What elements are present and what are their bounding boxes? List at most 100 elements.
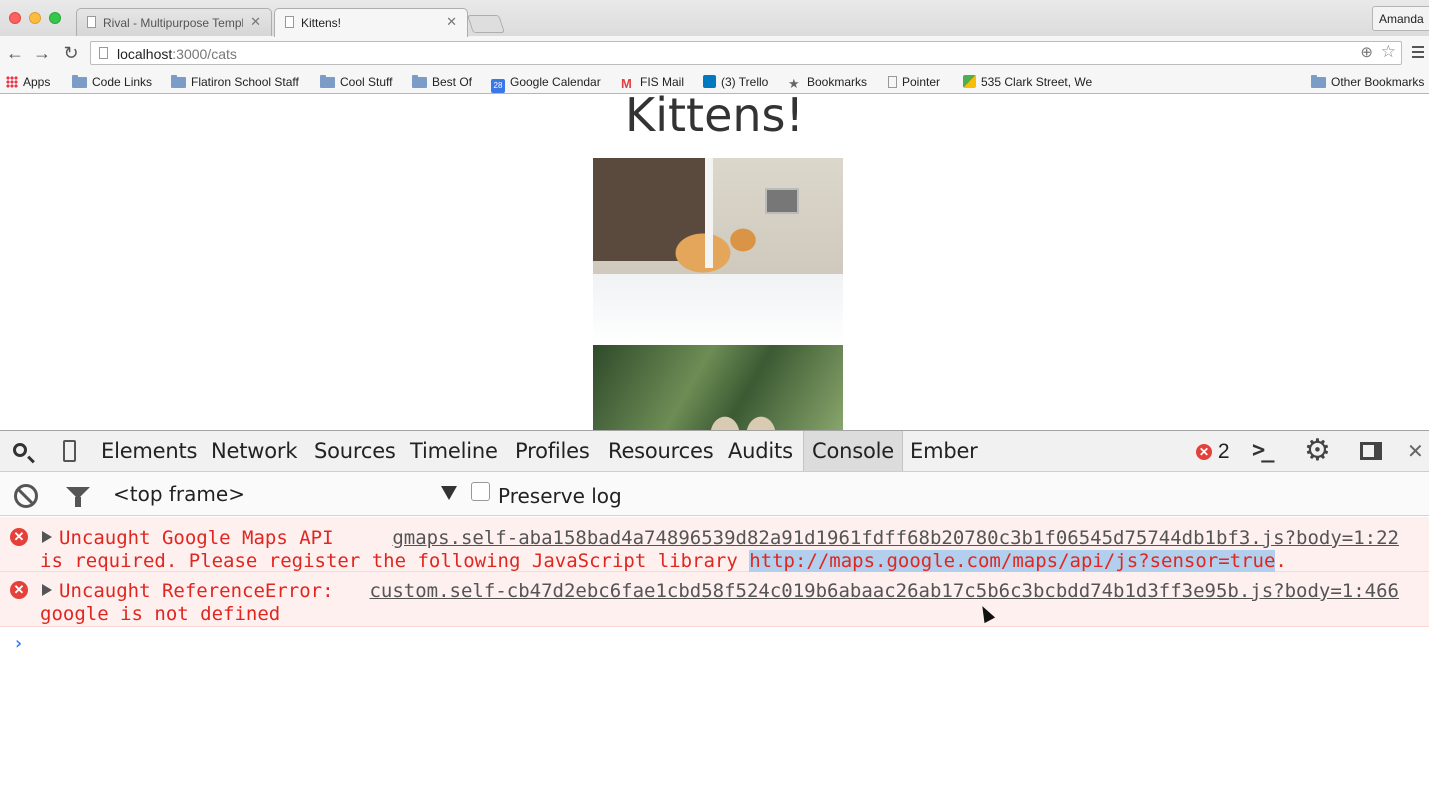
web-page: Kittens!	[0, 94, 1429, 430]
bookmark-label: Bookmarks	[807, 75, 868, 89]
page-title: Kittens!	[625, 94, 804, 142]
browser-tab-rival[interactable]: Rival - Multipurpose Templ ✕	[76, 8, 272, 36]
console-drawer-icon[interactable]: >_	[1252, 438, 1274, 463]
error-count-badge[interactable]: ✕ 2	[1196, 441, 1230, 463]
dock-side-icon[interactable]	[1360, 442, 1382, 460]
bookmark-label: Cool Stuff	[340, 75, 393, 89]
error-text-line1: Uncaught ReferenceError:	[59, 580, 334, 602]
folder-icon	[1311, 75, 1326, 88]
window-minimize-button[interactable]	[29, 12, 41, 24]
library-url-link[interactable]: http://maps.google.com/maps/api/js?senso…	[749, 550, 1276, 572]
bookmark-other-bookmarks[interactable]: Other Bookmarks	[1311, 74, 1424, 90]
reload-icon[interactable]: ↻	[60, 42, 82, 64]
console-error-message[interactable]: ✕ Uncaught Google Maps API gmaps.self-ab…	[0, 517, 1429, 572]
browser-toolbar: ← → ↻ localhost:3000/cats ⊕ ☆	[0, 36, 1429, 70]
bookmark-trello[interactable]: (3) Trello	[703, 74, 768, 90]
bookmark-clark-street[interactable]: 535 Clark Street, We	[963, 74, 1097, 90]
apps-grid-icon	[6, 76, 18, 88]
bookmark-cool-stuff[interactable]: Cool Stuff	[320, 74, 392, 90]
expand-triangle-icon[interactable]	[42, 584, 52, 596]
bookmark-fis-mail[interactable]: M FIS Mail	[621, 74, 685, 91]
bookmark-apps[interactable]: Apps	[6, 74, 50, 90]
bookmark-bookmarks[interactable]: ★ Bookmarks	[788, 74, 868, 91]
window-maximize-button[interactable]	[49, 12, 61, 24]
devtools-tab-elements[interactable]: Elements	[93, 431, 205, 471]
error-text-line2: is required. Please register the followi…	[40, 550, 1287, 572]
profile-button[interactable]: Amanda	[1372, 6, 1429, 31]
console-prompt[interactable]: ›	[0, 627, 1429, 663]
url-text[interactable]: localhost:3000/cats	[117, 46, 237, 62]
cat-photo-cat-ears-garden	[593, 345, 843, 430]
devtools-tab-ember[interactable]: Ember	[902, 431, 986, 471]
forward-arrow-icon[interactable]: →	[31, 42, 53, 64]
browser-tab-kittens[interactable]: Kittens! ✕	[274, 8, 468, 37]
back-arrow-icon[interactable]: ←	[4, 42, 26, 64]
trello-icon	[703, 75, 716, 88]
error-source-link[interactable]: gmaps.self-aba158bad4a74896539d82a91d196…	[392, 527, 1399, 549]
search-icon[interactable]	[13, 443, 27, 457]
bookmark-star-icon[interactable]: ☆	[1381, 42, 1396, 62]
devtools-tab-profiles[interactable]: Profiles	[507, 431, 598, 471]
error-icon: ✕	[10, 528, 28, 546]
preserve-log-toggle[interactable]: Preserve log	[471, 482, 622, 508]
bookmark-code-links[interactable]: Code Links	[72, 74, 152, 90]
tab-title: Kittens!	[301, 16, 342, 30]
filter-icon[interactable]	[66, 487, 90, 507]
expand-triangle-icon[interactable]	[42, 531, 52, 543]
new-tab-button[interactable]	[467, 15, 505, 33]
bookmark-label: (3) Trello	[721, 75, 769, 89]
preserve-log-checkbox[interactable]	[471, 482, 490, 501]
devtools-tab-timeline[interactable]: Timeline	[402, 431, 506, 471]
frame-selector[interactable]: <top frame>	[113, 482, 457, 508]
devtools-tab-audits[interactable]: Audits	[720, 431, 801, 471]
folder-icon	[320, 75, 335, 88]
close-tab-icon[interactable]: ✕	[446, 14, 457, 30]
bookmark-label: FIS Mail	[640, 75, 685, 89]
devtools-tab-console[interactable]: Console	[803, 431, 903, 471]
bookmark-label: Code Links	[92, 75, 153, 89]
window-close-button[interactable]	[9, 12, 21, 24]
bookmark-label: Flatiron School Staff	[191, 75, 299, 89]
devtools-tab-bar: Elements Network Sources Timeline Profil…	[0, 431, 1429, 472]
page-icon	[888, 76, 897, 88]
bookmark-label: Best Of	[432, 75, 473, 89]
chrome-menu-icon[interactable]	[1412, 43, 1426, 63]
device-mode-icon[interactable]	[63, 440, 76, 462]
bookmark-label: 535 Clark Street, We	[981, 75, 1093, 89]
page-icon	[99, 47, 108, 59]
close-icon[interactable]: ✕	[1407, 439, 1424, 464]
devtools-tab-sources[interactable]: Sources	[306, 431, 404, 471]
prompt-chevron-icon: ›	[13, 633, 24, 654]
zoom-icon[interactable]: ⊕	[1360, 43, 1373, 61]
frame-selector-value: <top frame>	[113, 482, 245, 506]
page-icon	[87, 16, 96, 28]
devtools-panel: Elements Network Sources Timeline Profil…	[0, 430, 1429, 791]
bookmark-label: Pointer	[902, 75, 941, 89]
folder-icon	[412, 75, 427, 88]
close-tab-icon[interactable]: ✕	[250, 14, 261, 30]
console-output: ✕ Uncaught Google Maps API gmaps.self-ab…	[0, 517, 1429, 663]
devtools-tab-network[interactable]: Network	[203, 431, 305, 471]
devtools-tab-resources[interactable]: Resources	[600, 431, 721, 471]
gear-icon[interactable]: ⚙	[1304, 434, 1331, 468]
bookmarks-bar: Apps Code Links Flatiron School Staff Co…	[0, 70, 1429, 94]
bookmark-best-of[interactable]: Best Of	[412, 74, 472, 90]
address-bar[interactable]: localhost:3000/cats ⊕ ☆	[90, 41, 1402, 65]
url-host: localhost	[117, 46, 173, 62]
url-path: :3000/cats	[172, 46, 237, 62]
error-text-line2: google is not defined	[40, 603, 281, 625]
error-text-line1: Uncaught Google Maps API	[59, 527, 334, 549]
error-icon: ✕	[10, 581, 28, 599]
bookmark-google-calendar[interactable]: 28 Google Calendar	[491, 74, 601, 93]
error-count: 2	[1217, 440, 1230, 463]
folder-icon	[171, 75, 186, 88]
bookmark-pointer[interactable]: Pointer	[888, 74, 940, 90]
error-source-link[interactable]: custom.self-cb47d2ebc6fae1cbd58f524c019b…	[369, 580, 1399, 602]
maps-icon	[963, 75, 976, 88]
clear-console-icon[interactable]	[14, 484, 38, 508]
dropdown-caret-icon	[441, 486, 457, 500]
bookmark-flatiron-staff[interactable]: Flatiron School Staff	[171, 74, 299, 90]
bookmark-label: Apps	[23, 75, 51, 89]
console-error-message[interactable]: ✕ Uncaught ReferenceError: custom.self-c…	[0, 572, 1429, 627]
error-icon: ✕	[1196, 444, 1212, 460]
